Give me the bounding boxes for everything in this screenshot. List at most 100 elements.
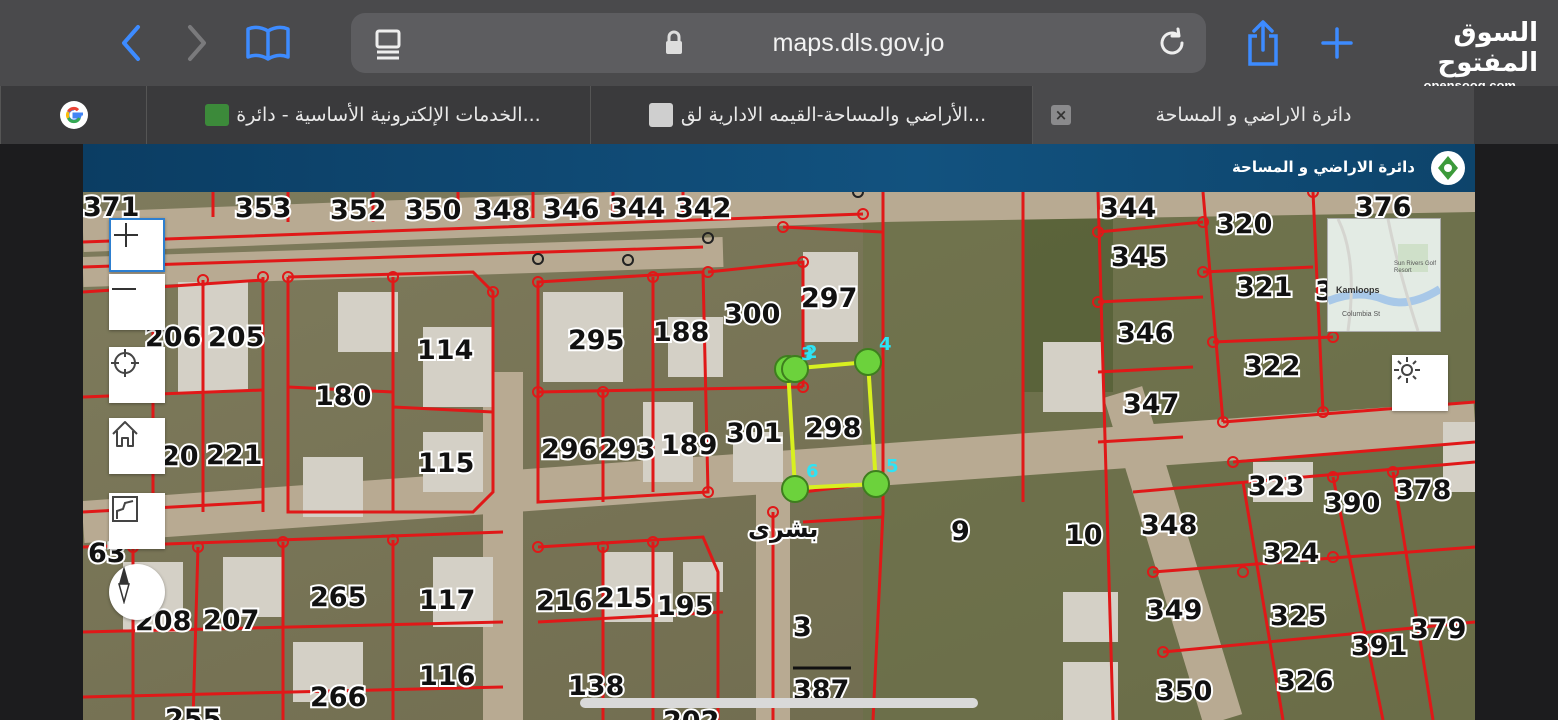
parcel-label: 346 bbox=[543, 194, 599, 225]
parcel-label: 10 bbox=[1065, 520, 1103, 551]
parcel-label: 345 bbox=[1111, 242, 1167, 273]
tab-admin-value-label: الأراضي والمساحة-القيمه الادارية لق... bbox=[680, 104, 987, 126]
parcel-label: 216 bbox=[536, 586, 592, 617]
parcel-label: 348 bbox=[474, 195, 530, 226]
parcel-label: 379 bbox=[1410, 614, 1466, 645]
parcel-label: 300 bbox=[724, 299, 780, 330]
corner-label-6: 6 bbox=[806, 461, 819, 482]
parcel-label: 3 bbox=[793, 612, 812, 643]
parcel-label: 202 bbox=[663, 706, 719, 720]
parcel-label: 323 bbox=[1248, 471, 1304, 502]
zoom-in-button[interactable] bbox=[109, 218, 165, 272]
parcel-label: 326 bbox=[1277, 666, 1333, 697]
new-tab-button[interactable] bbox=[1312, 18, 1362, 68]
parcel-label: 293 bbox=[599, 434, 655, 465]
tab-admin-value[interactable]: الأراضي والمساحة-القيمه الادارية لق... bbox=[590, 86, 1032, 144]
dls-favicon bbox=[205, 104, 229, 126]
share-icon bbox=[1248, 20, 1278, 66]
parcel-label: 114 bbox=[417, 335, 473, 366]
parcel-label: 321 bbox=[1236, 272, 1292, 303]
parcel-label: 295 bbox=[568, 325, 624, 356]
tab-dls-label: دائرة الاراضي و المساحة bbox=[1155, 104, 1352, 126]
parcel-label: 20 bbox=[161, 441, 199, 472]
parcel-label: 189 bbox=[661, 430, 717, 461]
new-tab-icon bbox=[1321, 27, 1353, 59]
home-icon bbox=[112, 421, 138, 447]
locate-button[interactable] bbox=[109, 347, 165, 403]
minimap-label: Columbia St bbox=[1342, 311, 1381, 318]
parcel-label: 188 bbox=[653, 317, 709, 348]
measure-icon bbox=[112, 496, 138, 522]
parcel-label: 117 bbox=[419, 585, 475, 616]
site-title: دائرة الاراضي و المساحة bbox=[1231, 158, 1415, 176]
site-header: دائرة الاراضي و المساحة bbox=[83, 144, 1475, 192]
cadastral-map[interactable]: 3 2 4 5 6 بشرى 371 353 352 350 348 346 3… bbox=[83, 192, 1475, 720]
parcel-label: 116 bbox=[419, 661, 475, 692]
tab-strip: الخدمات الإلكترونية الأساسية - دائرة... … bbox=[0, 86, 1558, 144]
parcel-label: 221 bbox=[206, 440, 262, 471]
home-button[interactable] bbox=[109, 418, 165, 474]
parcel-label: 297 bbox=[801, 283, 857, 314]
parcel-label: 115 bbox=[418, 448, 474, 479]
parcel-label: 391 bbox=[1351, 631, 1407, 662]
reader-icon[interactable] bbox=[373, 28, 405, 60]
parcel-label-298: 298 bbox=[805, 413, 861, 444]
parcel-label: 344 bbox=[609, 193, 665, 224]
compass-icon bbox=[118, 566, 130, 604]
parcel-label: 324 bbox=[1263, 538, 1319, 569]
parcel-label: 322 bbox=[1244, 351, 1300, 382]
horizontal-scrollbar[interactable] bbox=[580, 698, 978, 708]
parcel-label: 378 bbox=[1395, 475, 1451, 506]
parcel-label: 352 bbox=[330, 195, 386, 226]
corner-label-2: 2 bbox=[805, 342, 818, 363]
parcel-label: 9 bbox=[951, 516, 970, 547]
parcel-label: 255 bbox=[165, 704, 221, 720]
overview-minimap[interactable]: Kamloops Columbia St Sun Rivers Golf Res… bbox=[1327, 218, 1441, 332]
bookmarks-button[interactable] bbox=[243, 18, 293, 68]
minimap-label: Kamloops bbox=[1336, 285, 1380, 295]
parcel-label: 320 bbox=[1216, 209, 1272, 240]
dls-logo bbox=[1431, 151, 1465, 185]
opensooq-watermark: السوق المفتوح opensooq.com bbox=[1388, 18, 1538, 93]
corner-label-5: 5 bbox=[886, 456, 899, 477]
street-label: بشرى bbox=[748, 515, 818, 543]
parcel-label: 350 bbox=[1156, 676, 1212, 707]
share-button[interactable] bbox=[1238, 18, 1288, 68]
forward-button[interactable] bbox=[172, 18, 222, 68]
parcel-label: 325 bbox=[1270, 601, 1326, 632]
map-canvas[interactable]: 3 2 4 5 6 بشرى 371 353 352 350 348 346 3… bbox=[83, 192, 1475, 720]
parcel-label: 347 bbox=[1123, 389, 1179, 420]
browser-toolbar: maps.dls.gov.jo السوق المفتوح opensooq.c… bbox=[0, 0, 1558, 93]
tab-close-icon[interactable]: × bbox=[1051, 105, 1071, 125]
measure-button[interactable] bbox=[109, 493, 165, 549]
parcel-label: 180 bbox=[315, 381, 371, 412]
parcel-label: 265 bbox=[310, 582, 366, 613]
parcel-label: 301 bbox=[726, 418, 782, 449]
parcel-label: 348 bbox=[1141, 510, 1197, 541]
parcel-label: 390 bbox=[1324, 488, 1380, 519]
watermark-arabic: السوق المفتوح bbox=[1437, 18, 1538, 78]
address-bar[interactable]: maps.dls.gov.jo bbox=[351, 13, 1206, 73]
url-text: maps.dls.gov.jo bbox=[772, 29, 945, 57]
minimap-label: Sun Rivers Golf Resort bbox=[1394, 261, 1437, 274]
compass-button[interactable] bbox=[109, 564, 165, 620]
back-button[interactable] bbox=[106, 18, 156, 68]
parcel-label: 266 bbox=[310, 682, 366, 713]
broken-favicon-icon bbox=[649, 103, 673, 127]
parcel-label: 353 bbox=[235, 193, 291, 224]
parcel-label: 205 bbox=[208, 322, 264, 353]
minus-icon bbox=[112, 288, 136, 290]
tab-dls-active[interactable]: × دائرة الاراضي و المساحة bbox=[1032, 86, 1474, 144]
zoom-out-button[interactable] bbox=[109, 274, 165, 330]
tab-google[interactable] bbox=[0, 86, 146, 144]
forward-icon bbox=[188, 25, 206, 61]
parcel-label: 350 bbox=[405, 195, 461, 226]
parcel-label: 349 bbox=[1146, 595, 1202, 626]
reload-icon[interactable] bbox=[1156, 27, 1188, 59]
parcel-label: 342 bbox=[675, 193, 731, 224]
back-icon bbox=[122, 25, 140, 61]
tab-eservices[interactable]: الخدمات الإلكترونية الأساسية - دائرة... bbox=[146, 86, 590, 144]
parcel-label: 207 bbox=[203, 605, 259, 636]
basemap-toggle-button[interactable] bbox=[1392, 355, 1448, 411]
parcel-label: 215 bbox=[596, 583, 652, 614]
